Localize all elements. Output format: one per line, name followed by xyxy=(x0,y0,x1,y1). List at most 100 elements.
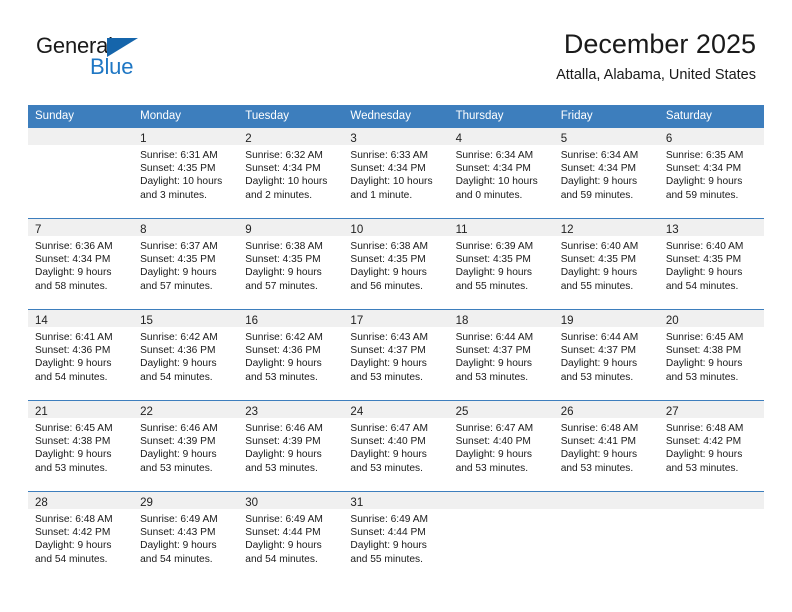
general-blue-logo[interactable]: General Blue xyxy=(36,33,166,85)
daylight-text: and 55 minutes. xyxy=(560,280,634,292)
sunset-text: Sunset: 4:37 PM xyxy=(455,345,531,357)
day-cell[interactable]: 14 Sunrise: 6:41 AM Sunset: 4:36 PM Dayligh… xyxy=(28,309,134,401)
day-number-band: 24 xyxy=(343,401,449,418)
day-cell[interactable]: 30 Sunrise: 6:49 AM Sunset: 4:44 PM Dayligh… xyxy=(238,491,344,582)
day-number-band: 23 xyxy=(238,401,344,418)
day-cell[interactable]: 20 Sunrise: 6:45 AM Sunset: 4:38 PM Dayligh… xyxy=(658,309,764,401)
day-details: Sunrise: 6:31 AM Sunset: 4:35 PM Daylight:… xyxy=(133,145,238,202)
weekday-header-sunday: Sunday xyxy=(28,105,134,128)
day-cell[interactable]: 5 Sunrise: 6:34 AM Sunset: 4:34 PM Daylight… xyxy=(553,127,659,219)
day-cell[interactable]: 21 Sunrise: 6:45 AM Sunset: 4:38 PM Dayligh… xyxy=(28,400,134,492)
sunrise-text: Sunrise: 6:47 AM xyxy=(350,423,429,434)
day-cell[interactable]: 22 Sunrise: 6:46 AM Sunset: 4:39 PM Dayligh… xyxy=(133,400,239,492)
day-number-band: 12 xyxy=(553,219,659,236)
sunset-text: Sunset: 4:42 PM xyxy=(665,436,742,448)
day-number-band xyxy=(448,492,554,509)
day-cell[interactable]: 15 Sunrise: 6:42 AM Sunset: 4:36 PM Dayligh… xyxy=(133,309,239,401)
sunrise-text: Sunrise: 6:41 AM xyxy=(35,332,113,343)
weekday-header-thursday: Thursday xyxy=(448,105,554,128)
sunrise-text: Sunrise: 6:46 AM xyxy=(245,423,323,434)
daylight-text: and 53 minutes. xyxy=(455,371,529,383)
day-number-band: 31 xyxy=(343,492,449,509)
day-cell[interactable]: 10 Sunrise: 6:38 AM Sunset: 4:35 PM Dayligh… xyxy=(343,218,449,310)
day-cell[interactable]: 19 Sunrise: 6:44 AM Sunset: 4:37 PM Dayligh… xyxy=(553,309,659,401)
day-cell[interactable]: 17 Sunrise: 6:43 AM Sunset: 4:37 PM Dayligh… xyxy=(343,309,449,401)
sunrise-text: Sunrise: 6:49 AM xyxy=(245,514,323,525)
sunset-text: Sunset: 4:37 PM xyxy=(560,345,637,357)
sunrise-text: Sunrise: 6:43 AM xyxy=(350,332,429,343)
sunset-text: Sunset: 4:35 PM xyxy=(455,254,531,266)
day-details: Sunrise: 6:47 AM Sunset: 4:40 PM Daylight:… xyxy=(449,418,554,475)
sunrise-text: Sunrise: 6:31 AM xyxy=(140,150,218,161)
day-cell[interactable]: 8 Sunrise: 6:37 AM Sunset: 4:35 PM Daylight… xyxy=(133,218,239,310)
sunrise-text: Sunrise: 6:49 AM xyxy=(350,514,429,525)
day-cell[interactable]: 2 Sunrise: 6:32 AM Sunset: 4:34 PM Daylight… xyxy=(238,127,344,219)
day-cell[interactable]: 25 Sunrise: 6:47 AM Sunset: 4:40 PM Dayligh… xyxy=(448,400,554,492)
day-cell[interactable]: 18 Sunrise: 6:44 AM Sunset: 4:37 PM Dayligh… xyxy=(448,309,554,401)
day-number-band: 18 xyxy=(448,310,554,327)
daylight-text: Daylight: 9 hours xyxy=(560,358,638,370)
day-cell[interactable]: 1 Sunrise: 6:31 AM Sunset: 4:35 PM Daylight… xyxy=(133,127,239,219)
daylight-text: Daylight: 10 hours xyxy=(455,176,538,188)
sunrise-text: Sunrise: 6:37 AM xyxy=(140,241,218,252)
daylight-text: and 54 minutes. xyxy=(35,553,108,565)
sunrise-text: Sunrise: 6:44 AM xyxy=(455,332,534,343)
day-number-band: 10 xyxy=(343,219,449,236)
page-subtitle: Attalla, Alabama, United States xyxy=(556,67,756,83)
daylight-text: Daylight: 9 hours xyxy=(350,267,427,279)
daylight-text: Daylight: 9 hours xyxy=(140,267,217,279)
day-cell[interactable]: 12 Sunrise: 6:40 AM Sunset: 4:35 PM Dayligh… xyxy=(553,218,659,310)
daylight-text: and 53 minutes. xyxy=(560,371,634,383)
sunrise-text: Sunrise: 6:42 AM xyxy=(140,332,218,343)
daylight-text: Daylight: 9 hours xyxy=(245,449,322,461)
day-cell[interactable]: 6 Sunrise: 6:35 AM Sunset: 4:34 PM Daylight… xyxy=(658,127,764,219)
daylight-text: and 53 minutes. xyxy=(455,462,529,474)
day-details: Sunrise: 6:45 AM Sunset: 4:38 PM Daylight:… xyxy=(28,418,133,475)
daylight-text: Daylight: 9 hours xyxy=(350,449,427,461)
day-details: Sunrise: 6:41 AM Sunset: 4:36 PM Daylight:… xyxy=(28,327,133,384)
day-cell[interactable]: 24 Sunrise: 6:47 AM Sunset: 4:40 PM Dayligh… xyxy=(343,400,449,492)
calendar-header-row: Sunday Monday Tuesday Wednesday Thursday Frid… xyxy=(28,105,764,128)
day-number-band: 25 xyxy=(448,401,554,418)
day-cell[interactable]: 11 Sunrise: 6:39 AM Sunset: 4:35 PM Dayligh… xyxy=(448,218,554,310)
day-cell[interactable]: 3 Sunrise: 6:33 AM Sunset: 4:34 PM Daylight… xyxy=(343,127,449,219)
day-number-band: 11 xyxy=(448,219,554,236)
sunset-text: Sunset: 4:41 PM xyxy=(560,436,637,448)
day-number: 22 xyxy=(140,406,153,418)
day-cell[interactable]: 4 Sunrise: 6:34 AM Sunset: 4:34 PM Daylight… xyxy=(448,127,554,219)
sunset-text: Sunset: 4:35 PM xyxy=(560,254,637,266)
daylight-text: and 53 minutes. xyxy=(665,371,739,383)
day-details: Sunrise: 6:48 AM Sunset: 4:41 PM Daylight:… xyxy=(554,418,659,475)
day-cell[interactable]: 28 Sunrise: 6:48 AM Sunset: 4:42 PM Dayligh… xyxy=(28,491,134,582)
day-cell[interactable]: 23 Sunrise: 6:46 AM Sunset: 4:39 PM Dayligh… xyxy=(238,400,344,492)
title-block: December 2025 Attalla, Alabama, United S… xyxy=(556,28,756,84)
day-cell[interactable]: 9 Sunrise: 6:38 AM Sunset: 4:35 PM Daylight… xyxy=(238,218,344,310)
daylight-text: and 1 minute. xyxy=(350,189,413,201)
day-number-band: 15 xyxy=(133,310,239,327)
day-number-band: 7 xyxy=(28,219,134,236)
sunrise-text: Sunrise: 6:45 AM xyxy=(665,332,744,343)
sunset-text: Sunset: 4:34 PM xyxy=(245,163,321,175)
sunrise-text: Sunrise: 6:33 AM xyxy=(350,150,429,161)
day-cell[interactable]: 13 Sunrise: 6:40 AM Sunset: 4:35 PM Dayligh… xyxy=(658,218,764,310)
day-details: Sunrise: 6:48 AM Sunset: 4:42 PM Daylight:… xyxy=(659,418,764,475)
sunrise-text: Sunrise: 6:36 AM xyxy=(35,241,113,252)
day-cell[interactable]: 26 Sunrise: 6:48 AM Sunset: 4:41 PM Dayligh… xyxy=(553,400,659,492)
day-cell[interactable]: 29 Sunrise: 6:49 AM Sunset: 4:43 PM Dayligh… xyxy=(133,491,239,582)
day-cell[interactable]: 16 Sunrise: 6:42 AM Sunset: 4:36 PM Dayligh… xyxy=(238,309,344,401)
day-number-band: 16 xyxy=(238,310,344,327)
weekday-header-saturday: Saturday xyxy=(658,105,764,128)
weekday-header-monday: Monday xyxy=(133,105,239,128)
sunset-text: Sunset: 4:37 PM xyxy=(350,345,426,357)
day-details xyxy=(449,509,554,513)
sunrise-text: Sunrise: 6:48 AM xyxy=(35,514,113,525)
day-cell[interactable]: 27 Sunrise: 6:48 AM Sunset: 4:42 PM Dayligh… xyxy=(658,400,764,492)
day-cell[interactable]: 31 Sunrise: 6:49 AM Sunset: 4:44 PM Dayligh… xyxy=(343,491,449,582)
sunset-text: Sunset: 4:35 PM xyxy=(665,254,742,266)
day-details: Sunrise: 6:37 AM Sunset: 4:35 PM Daylight:… xyxy=(133,236,238,293)
daylight-text: and 53 minutes. xyxy=(350,462,423,474)
day-cell[interactable]: 7 Sunrise: 6:36 AM Sunset: 4:34 PM Daylight… xyxy=(28,218,134,310)
sunset-text: Sunset: 4:36 PM xyxy=(35,345,111,357)
daylight-text: and 53 minutes. xyxy=(560,462,634,474)
day-details: Sunrise: 6:47 AM Sunset: 4:40 PM Daylight:… xyxy=(343,418,448,475)
